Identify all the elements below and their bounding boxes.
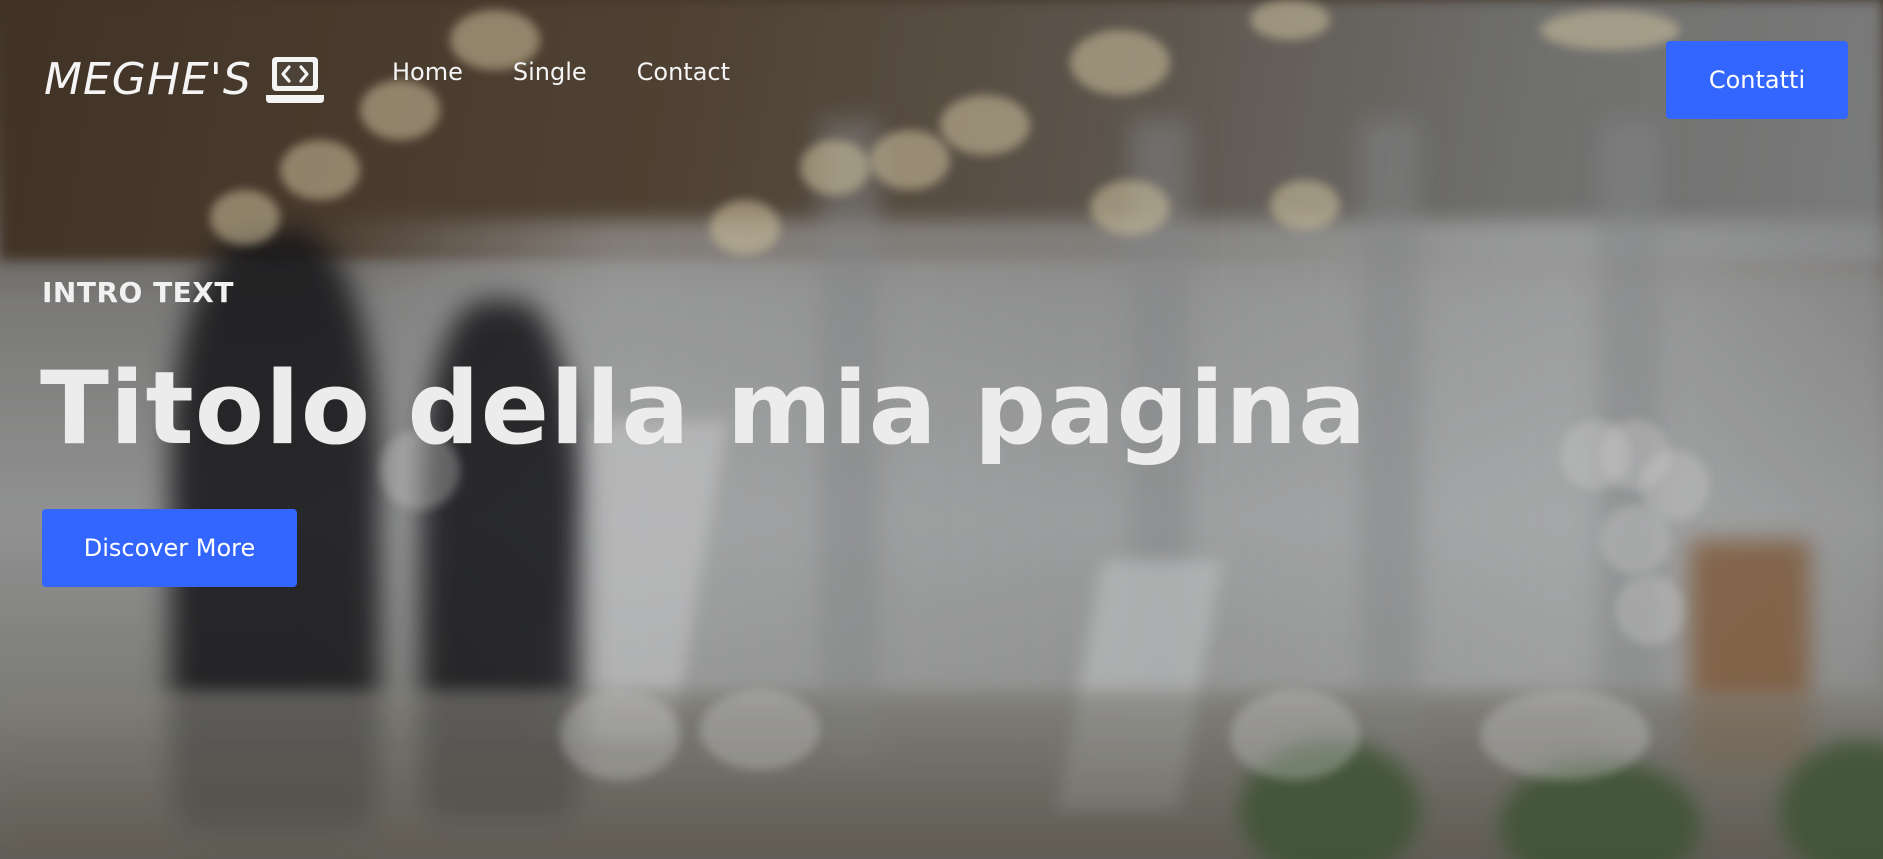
site-logo[interactable]: MEGHE'S bbox=[44, 54, 324, 105]
contatti-button[interactable]: Contatti bbox=[1666, 41, 1848, 119]
main-nav: Home Single Contact bbox=[392, 58, 730, 86]
laptop-code-icon bbox=[265, 56, 324, 103]
nav-link-single[interactable]: Single bbox=[513, 58, 587, 86]
discover-more-button[interactable]: Discover More bbox=[42, 509, 297, 587]
page-title: Titolo della mia pagina bbox=[40, 349, 1368, 467]
hero-section: MEGHE'S Home Single Contact Contatti INT… bbox=[0, 0, 1883, 859]
nav-link-contact[interactable]: Contact bbox=[637, 58, 730, 86]
logo-text: MEGHE'S bbox=[44, 54, 252, 105]
site-header: MEGHE'S Home Single Contact Contatti bbox=[0, 0, 1883, 160]
intro-text: INTRO TEXT bbox=[42, 276, 234, 309]
nav-link-home[interactable]: Home bbox=[392, 58, 463, 86]
